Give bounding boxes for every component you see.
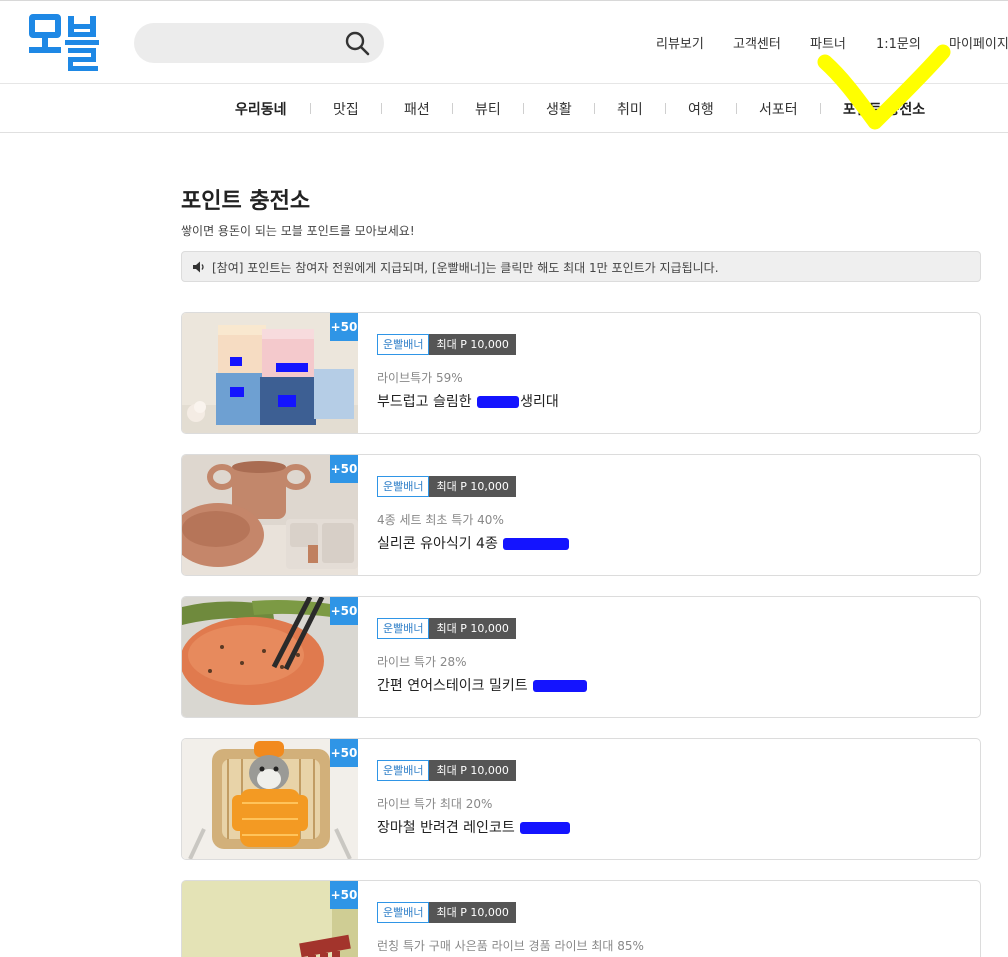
site-header: 리뷰보기 고객센터 파트너 1:1문의 마이페이지 (0, 3, 1008, 84)
product-title: 실리콘 유아식기 4종 (377, 533, 570, 553)
tag-group: 운빨배너 최대 P 10,000 (377, 760, 516, 782)
promo-text: 라이브 특가 최대 20% (377, 797, 493, 811)
point-badge: +50 (330, 455, 358, 483)
product-title: 간편 연어스테이크 밀키트 (377, 675, 588, 695)
product-title-text: 장마철 반려견 레인코트 (377, 820, 520, 836)
category-neighborhood[interactable]: 우리동네 (235, 99, 287, 119)
nav-inquiry[interactable]: 1:1문의 (876, 33, 921, 52)
separator (820, 103, 821, 114)
luck-banner-tag: 운빨배너 (377, 618, 430, 639)
nav-partner[interactable]: 파트너 (810, 33, 846, 52)
luck-banner-tag: 운빨배너 (377, 476, 430, 497)
separator (310, 103, 311, 114)
separator (523, 103, 524, 114)
category-food[interactable]: 맛집 (333, 99, 359, 119)
offer-card[interactable]: +50 운빨배너 최대 P 10,000 라이브 특가 28% 간편 연어스테이… (181, 596, 981, 718)
max-point-tag: 최대 P 10,000 (429, 902, 516, 923)
promo-text: 라이브 특가 28% (377, 655, 467, 669)
category-beauty[interactable]: 뷰티 (475, 99, 501, 119)
point-badge: +50 (330, 881, 358, 909)
luck-banner-tag: 운빨배너 (377, 334, 430, 355)
promo-text: 4종 세트 최초 특가 40% (377, 513, 504, 527)
category-hobby[interactable]: 취미 (617, 99, 643, 119)
redaction-mark (520, 822, 571, 834)
nav-customer-center[interactable]: 고객센터 (733, 33, 781, 52)
page-subtitle: 쌓이면 용돈이 되는 모블 포인트를 모아보세요! (181, 224, 415, 238)
product-title-text: 실리콘 유아식기 4종 (377, 536, 503, 552)
separator (594, 103, 595, 114)
point-badge: +50 (330, 313, 358, 341)
top-nav: 리뷰보기 고객센터 파트너 1:1문의 마이페이지 (0, 33, 1008, 53)
category-nav: 우리동네 맛집 패션 뷰티 생활 취미 여행 서포터 포인트 충전소 (0, 84, 1008, 133)
offer-card[interactable]: +50 운빨배너 최대 P 10,000 라이브특가 59% 부드럽고 슬림한 … (181, 312, 981, 434)
product-title: 부드럽고 슬림한 생리대 (377, 391, 559, 411)
separator (452, 103, 453, 114)
point-badge: +50 (330, 739, 358, 767)
product-title-text: 간편 연어스테이크 밀키트 (377, 678, 533, 694)
separator (665, 103, 666, 114)
notice-text: [참여] 포인트는 참여자 전원에게 지급되며, [운빨배너]는 클릭만 해도 … (212, 261, 719, 275)
point-badge: +50 (330, 597, 358, 625)
category-point-station[interactable]: 포인트 충전소 (843, 99, 925, 119)
category-fashion[interactable]: 패션 (404, 99, 430, 119)
max-point-tag: 최대 P 10,000 (429, 760, 516, 781)
speaker-icon (193, 261, 204, 273)
category-travel[interactable]: 여행 (688, 99, 714, 119)
luck-banner-tag: 운빨배너 (377, 760, 430, 781)
separator (381, 103, 382, 114)
tag-group: 운빨배너 최대 P 10,000 (377, 476, 516, 498)
offer-card[interactable]: +50 운빨배너 최대 P 10,000 런칭 특가 구매 사은품 라이브 경품… (181, 880, 981, 957)
product-title: 장마철 반려견 레인코트 (377, 817, 571, 837)
offer-card[interactable]: +50 운빨배너 최대 P 10,000 라이브 특가 최대 20% 장마철 반… (181, 738, 981, 860)
nav-reviews[interactable]: 리뷰보기 (656, 33, 704, 52)
luck-banner-tag: 운빨배너 (377, 902, 430, 923)
offer-card[interactable]: +50 운빨배너 최대 P 10,000 4종 세트 최초 특가 40% 실리콘… (181, 454, 981, 576)
redaction-mark (533, 680, 588, 692)
category-living[interactable]: 생활 (546, 99, 572, 119)
max-point-tag: 최대 P 10,000 (429, 334, 516, 355)
promo-text: 라이브특가 59% (377, 371, 463, 385)
max-point-tag: 최대 P 10,000 (429, 476, 516, 497)
page-title: 포인트 충전소 (181, 189, 311, 214)
tag-group: 운빨배너 최대 P 10,000 (377, 618, 516, 640)
nav-mypage[interactable]: 마이페이지 (949, 33, 1008, 52)
category-supporter[interactable]: 서포터 (759, 99, 798, 119)
product-title-text: 부드럽고 슬림한 (377, 394, 477, 410)
tag-group: 운빨배너 최대 P 10,000 (377, 902, 516, 924)
separator (736, 103, 737, 114)
max-point-tag: 최대 P 10,000 (429, 618, 516, 639)
redaction-mark (503, 538, 570, 550)
notice-bar: [참여] 포인트는 참여자 전원에게 지급되며, [운빨배너]는 클릭만 해도 … (181, 251, 981, 282)
tag-group: 운빨배너 최대 P 10,000 (377, 334, 516, 356)
product-title-suffix: 생리대 (520, 394, 559, 410)
promo-text: 런칭 특가 구매 사은품 라이브 경품 라이브 최대 85% (377, 939, 644, 953)
redaction-mark (477, 396, 520, 408)
